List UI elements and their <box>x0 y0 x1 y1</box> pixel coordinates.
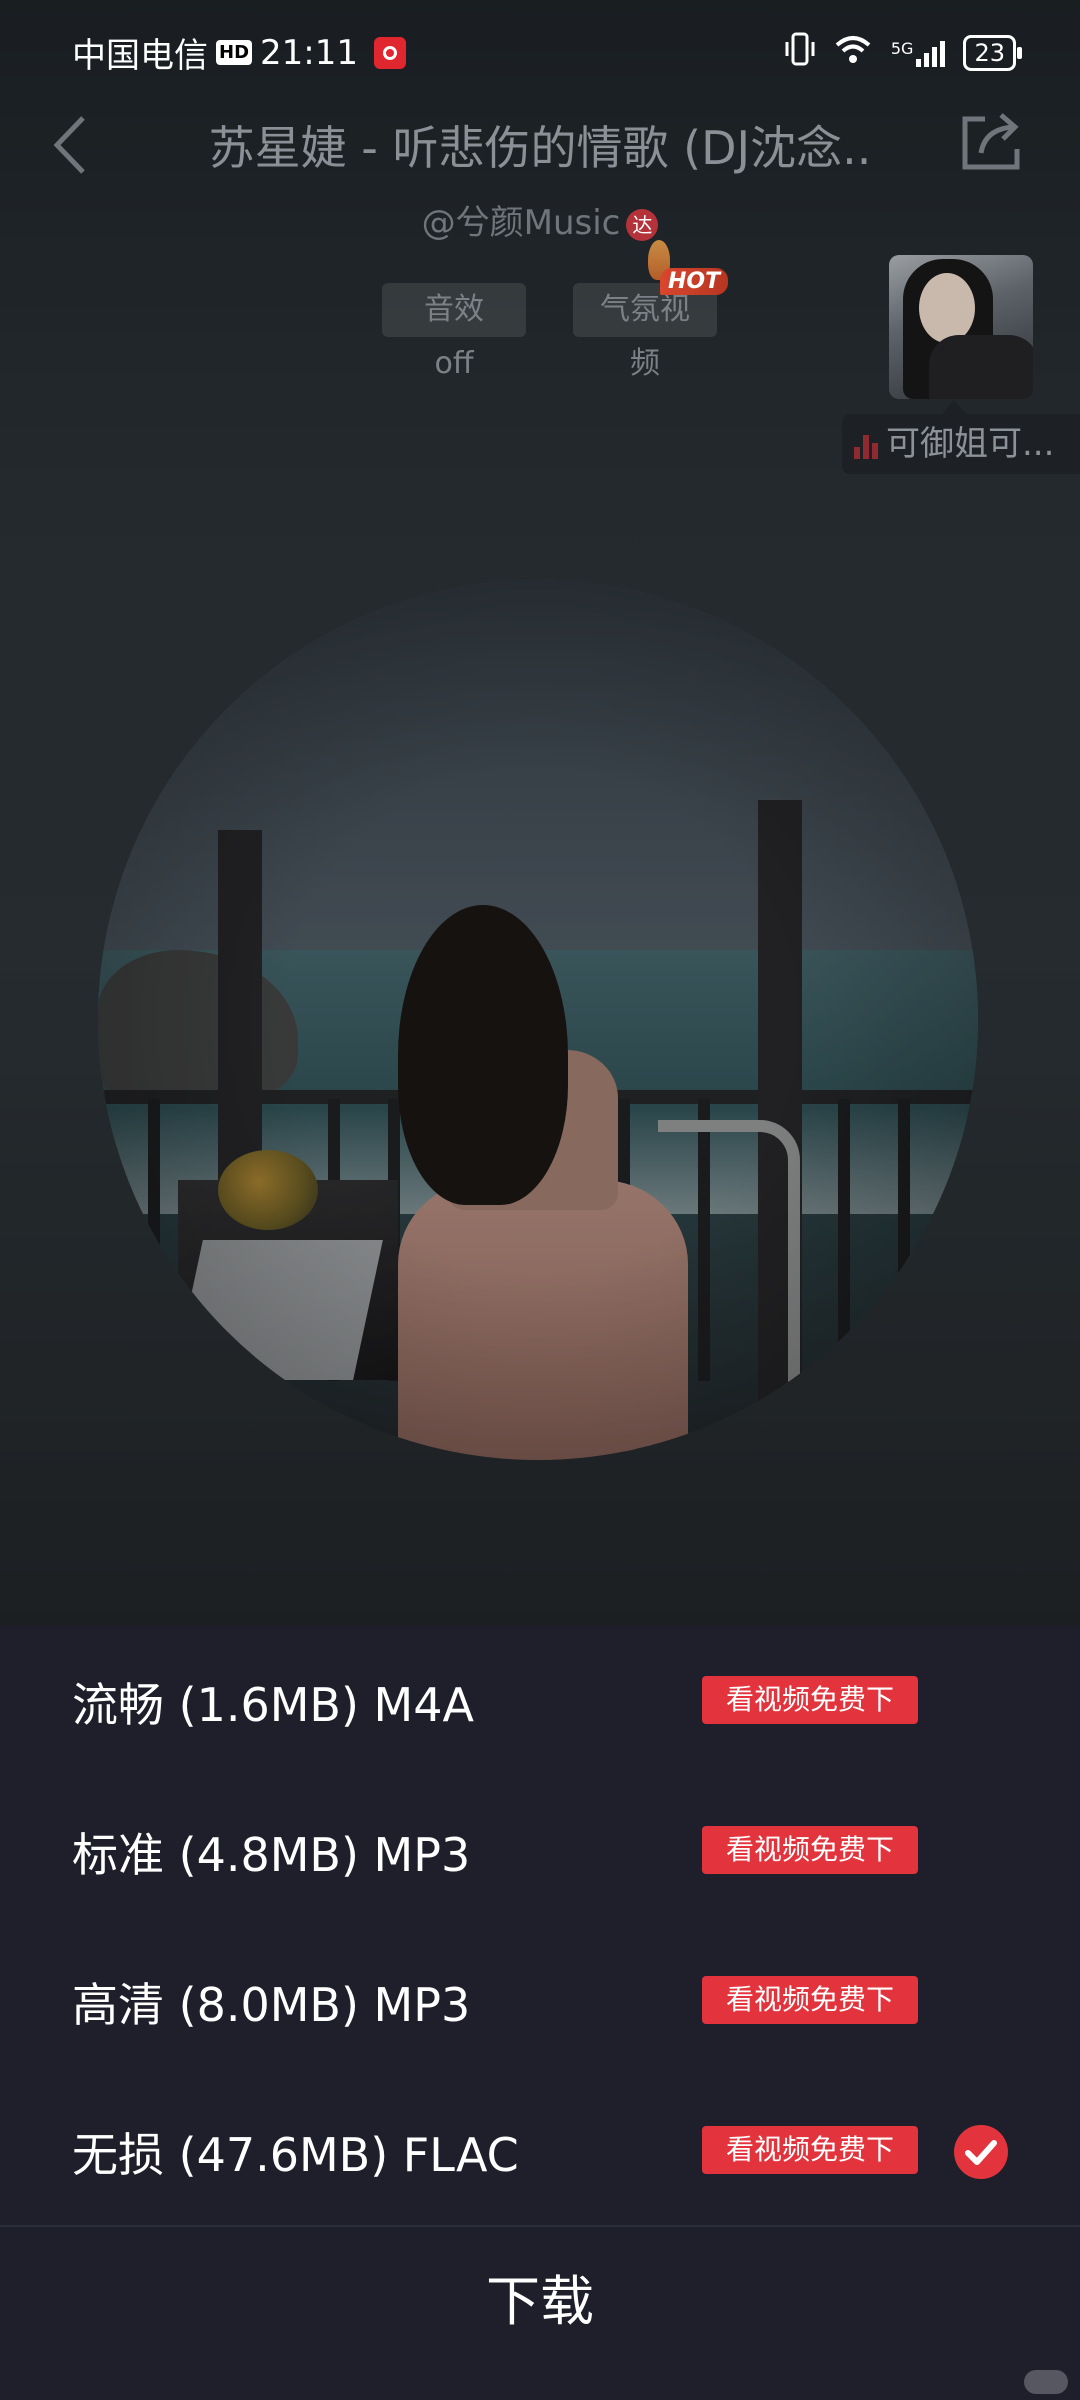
quality-option-hd[interactable]: 高清 (8.0MB) MP3 看视频免费下 <box>0 1925 1080 2075</box>
battery-icon: 23 <box>963 34 1022 71</box>
video-thumbnail[interactable] <box>889 255 1033 399</box>
quality-option-standard[interactable]: 标准 (4.8MB) MP3 看视频免费下 <box>0 1775 1080 1925</box>
quality-option-lossless[interactable]: 无损 (47.6MB) FLAC 看视频免费下 <box>0 2075 1080 2225</box>
thumbnail-title: 可御姐可... <box>886 424 1055 464</box>
thumbnail-label[interactable]: 可御姐可... <box>842 414 1080 474</box>
network-type: 5G <box>890 38 914 58</box>
quality-label: 流畅 (1.6MB) M4A <box>72 1678 474 1732</box>
quality-label: 高清 (8.0MB) MP3 <box>72 1978 471 2032</box>
watermark <box>1024 2370 1068 2394</box>
carrier-label: 中国电信 <box>72 36 208 76</box>
watch-video-badge[interactable]: 看视频免费下 <box>702 1676 918 1724</box>
song-title: 苏星婕 - 听悲伤的情歌 (DJ沈念.. <box>208 121 872 175</box>
quality-label: 标准 (4.8MB) MP3 <box>72 1828 471 1882</box>
quality-label: 无损 (47.6MB) FLAC <box>72 2128 519 2182</box>
sound-effect-chip[interactable]: 音效 off <box>382 283 526 381</box>
watch-video-badge[interactable]: 看视频免费下 <box>702 2126 918 2174</box>
download-button[interactable]: 下载 <box>0 2227 1080 2400</box>
selected-check-icon <box>954 2125 1008 2179</box>
wifi-icon <box>833 33 873 72</box>
record-icon <box>374 36 406 69</box>
hot-badge: HOT <box>660 268 729 295</box>
share-icon <box>962 113 1020 170</box>
status-bar: 中国电信 HD 21:11 5G 23 <box>0 0 1080 100</box>
author-name[interactable]: @兮颜Music <box>422 203 621 243</box>
author-line[interactable]: @兮颜Music 达 <box>0 195 1080 244</box>
back-button[interactable] <box>45 110 105 180</box>
clock: 21:11 <box>260 32 358 73</box>
hd-icon: HD <box>216 40 253 65</box>
quality-option-smooth[interactable]: 流畅 (1.6MB) M4A 看视频免费下 <box>0 1625 1080 1775</box>
watch-video-badge[interactable]: 看视频免费下 <box>702 1826 918 1874</box>
watch-video-badge[interactable]: 看视频免费下 <box>702 1976 918 2024</box>
chevron-left-icon <box>53 116 85 174</box>
vibrate-icon <box>785 32 815 73</box>
equalizer-icon <box>854 433 878 459</box>
thumbnail-pointer <box>942 400 966 414</box>
signal-icon: 5G <box>891 39 946 67</box>
verified-badge: 达 <box>626 208 659 241</box>
share-button[interactable] <box>955 105 1027 177</box>
